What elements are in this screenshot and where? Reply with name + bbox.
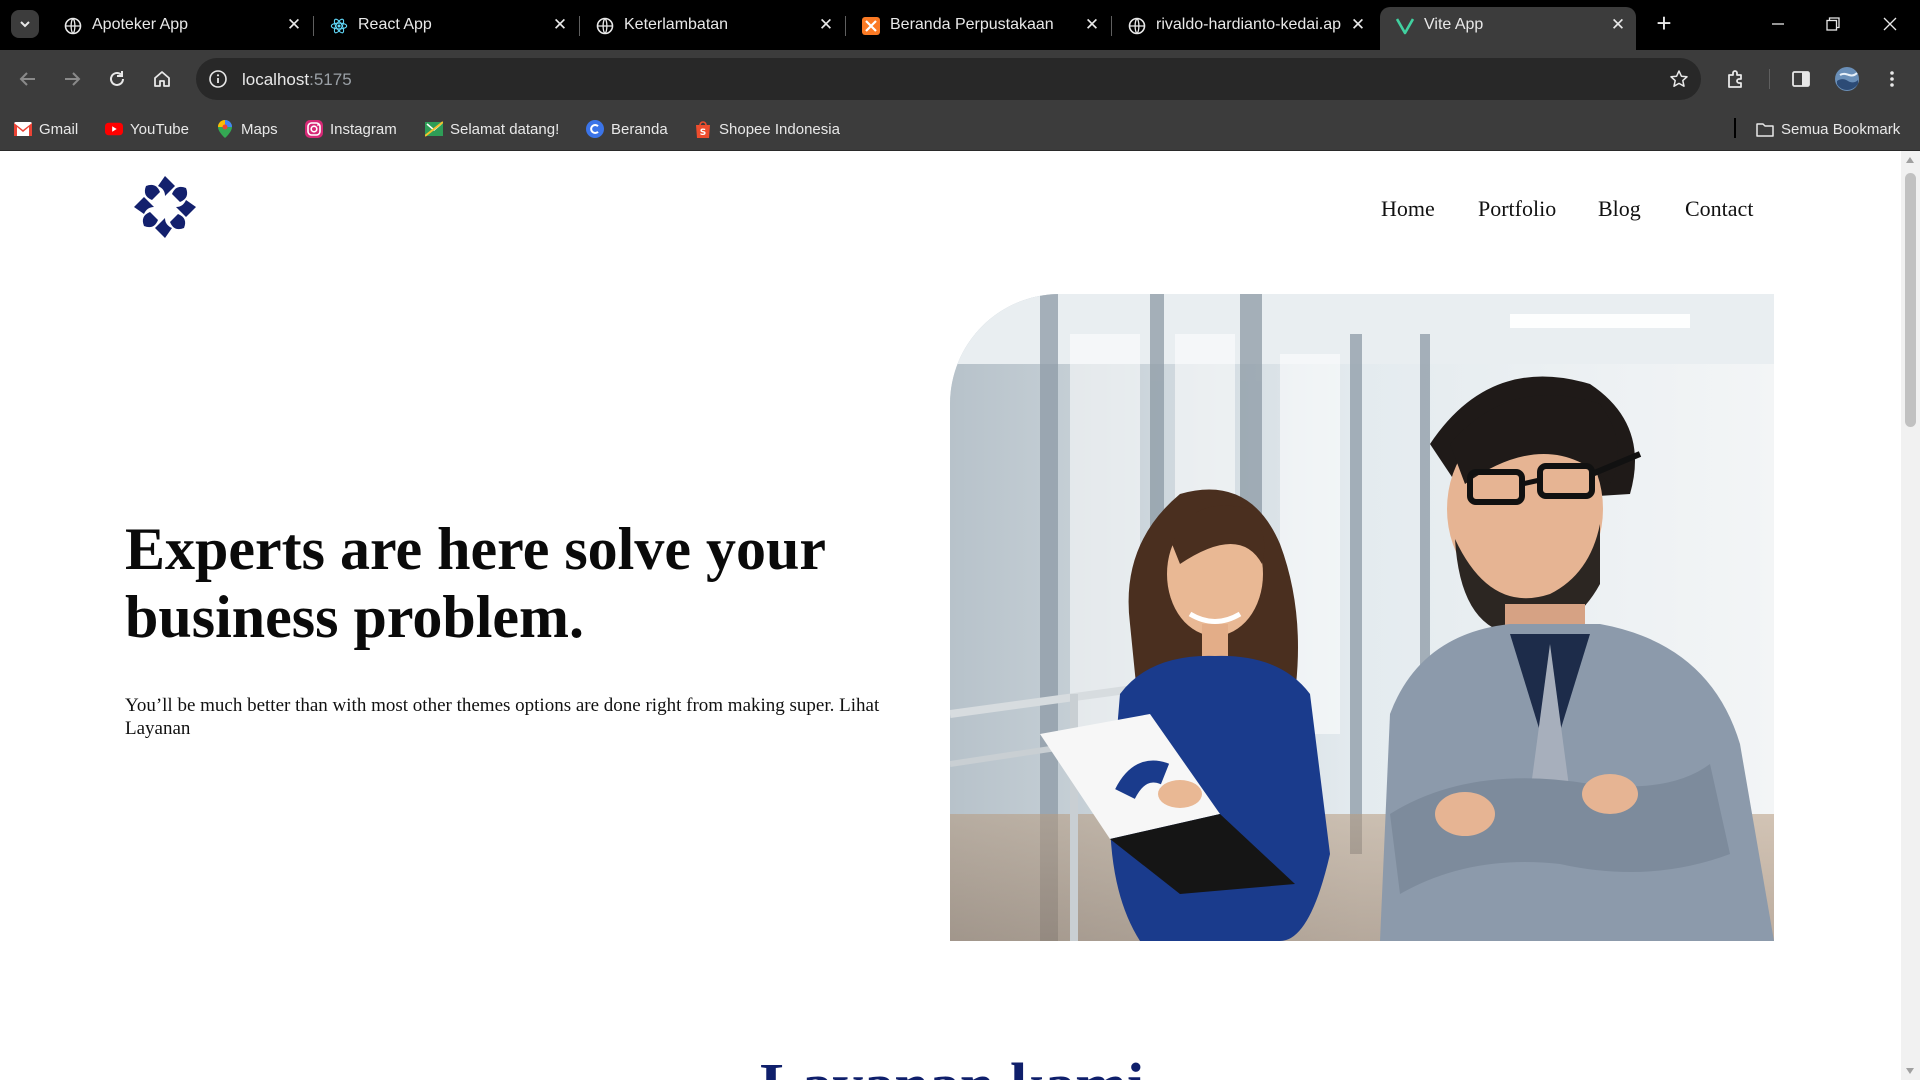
bookmark-label: Maps — [241, 120, 278, 138]
toolbar-separator — [1769, 69, 1770, 89]
window-close-button[interactable] — [1870, 10, 1910, 38]
bookmark-label: Semua Bookmark — [1781, 120, 1901, 138]
reload-icon — [110, 71, 124, 86]
home-button[interactable] — [147, 64, 177, 94]
nav-home[interactable]: Home — [1381, 196, 1435, 222]
close-icon[interactable]: ✕ — [1082, 15, 1102, 35]
url-host: localhost — [242, 70, 310, 89]
tab-beranda-perpustakaan[interactable]: Beranda Perpustakaan ✕ — [846, 7, 1110, 43]
bookmarks-separator — [1734, 118, 1736, 138]
bookmark-beranda[interactable]: Beranda — [586, 118, 668, 140]
kebab-menu-icon — [1890, 71, 1894, 87]
tab-title: Keterlambatan — [624, 16, 729, 33]
browser-toolbar: localhost:5175 — [0, 50, 1920, 108]
scroll-down-arrow-icon[interactable] — [1906, 1068, 1914, 1074]
page-viewport: Home Portfolio Blog Contact Experts are … — [0, 151, 1920, 1080]
kemendikbud-icon — [425, 120, 443, 138]
restore-icon — [1826, 17, 1840, 31]
back-arrow-icon — [19, 72, 35, 86]
all-bookmarks-button[interactable]: Semua Bookmark — [1756, 118, 1900, 140]
tab-search-button[interactable] — [11, 10, 39, 38]
xampp-icon — [862, 17, 880, 35]
tab-rivaldo-kedai[interactable]: rivaldo-hardianto-kedai.ap ✕ — [1112, 7, 1376, 43]
close-icon[interactable]: ✕ — [550, 15, 570, 35]
minimize-icon — [1772, 23, 1784, 25]
bookmark-shopee[interactable]: S Shopee Indonesia — [694, 118, 840, 140]
extensions-button[interactable] — [1721, 64, 1751, 94]
bookmark-youtube[interactable]: YouTube — [105, 118, 189, 140]
close-icon[interactable]: ✕ — [1348, 15, 1368, 35]
minimize-button[interactable] — [1758, 10, 1798, 38]
back-button[interactable] — [13, 64, 43, 94]
tab-title: rivaldo-hardianto-kedai.ap — [1156, 16, 1341, 33]
tab-title: Beranda Perpustakaan — [890, 16, 1054, 33]
globe-icon — [596, 17, 614, 35]
close-icon[interactable]: ✕ — [284, 15, 304, 35]
bookmark-label: Gmail — [39, 120, 79, 138]
restore-button[interactable] — [1813, 10, 1853, 38]
url-port: :5175 — [309, 70, 352, 89]
tab-apoteker[interactable]: Apoteker App ✕ — [48, 7, 312, 43]
side-panel-icon — [1792, 71, 1810, 87]
reload-button[interactable] — [102, 64, 132, 94]
bookmark-gmail[interactable]: Gmail — [14, 118, 78, 140]
bookmark-star-icon[interactable] — [1669, 69, 1689, 89]
close-icon — [1883, 17, 1897, 31]
tab-vite-app[interactable]: Vite App ✕ — [1380, 7, 1636, 50]
site-info-icon[interactable] — [208, 69, 228, 89]
nav-portfolio[interactable]: Portfolio — [1478, 196, 1556, 222]
forward-button[interactable] — [57, 64, 87, 94]
globe-icon — [1128, 17, 1146, 35]
bookmark-label: Selamat datang! — [450, 120, 560, 138]
bookmark-maps[interactable]: Maps — [216, 118, 278, 140]
svg-text:S: S — [700, 128, 706, 138]
address-bar[interactable]: localhost:5175 — [196, 58, 1701, 100]
folder-icon — [1756, 120, 1774, 138]
bookmark-label: Shopee Indonesia — [719, 120, 840, 138]
vite-icon — [1396, 17, 1414, 35]
section-heading: Layanan kami — [760, 1051, 1144, 1080]
tab-title: Vite App — [1424, 16, 1484, 33]
side-panel-button[interactable] — [1786, 64, 1816, 94]
bookmark-label: Beranda — [611, 120, 668, 138]
hero-title: Experts are here solve your business pro… — [125, 516, 825, 650]
globe-icon — [64, 17, 82, 35]
menu-button[interactable] — [1877, 64, 1907, 94]
scroll-up-arrow-icon[interactable] — [1906, 157, 1914, 163]
tab-strip: Apoteker App ✕ React App ✕ Keterlambatan… — [0, 0, 1920, 50]
bookmark-label: Instagram — [330, 120, 397, 138]
gmail-icon — [14, 120, 32, 138]
forward-arrow-icon — [65, 72, 81, 86]
bookmark-instagram[interactable]: Instagram — [305, 118, 397, 140]
nav-contact[interactable]: Contact — [1685, 196, 1753, 222]
shopee-icon: S — [694, 120, 712, 138]
puzzle-icon — [1728, 70, 1742, 88]
maps-icon — [216, 120, 234, 138]
bookmarks-bar: Gmail YouTube Maps Instagram Selamat dat… — [0, 108, 1920, 151]
close-icon[interactable]: ✕ — [1608, 15, 1628, 35]
close-icon[interactable]: ✕ — [816, 15, 836, 35]
profile-button[interactable] — [1832, 64, 1862, 94]
nav-blog[interactable]: Blog — [1598, 196, 1641, 222]
url-text: localhost:5175 — [242, 70, 352, 90]
hero-image — [950, 294, 1774, 941]
site-logo[interactable] — [134, 176, 196, 238]
tab-title: Apoteker App — [92, 16, 189, 33]
tab-react-app[interactable]: React App ✕ — [314, 7, 578, 43]
bookmark-selamat-datang[interactable]: Selamat datang! — [425, 118, 559, 140]
react-icon — [330, 17, 348, 35]
scrollbar-thumb[interactable] — [1905, 173, 1916, 427]
hero-subtitle: You’ll be much better than with most oth… — [125, 695, 880, 739]
tab-keterlambatan[interactable]: Keterlambatan ✕ — [580, 7, 844, 43]
home-icon — [154, 71, 170, 87]
avatar — [1835, 67, 1859, 91]
chevron-down-icon — [20, 21, 30, 28]
canva-icon — [586, 120, 604, 138]
instagram-icon — [305, 120, 323, 138]
youtube-icon — [105, 120, 123, 138]
page-scrollbar[interactable] — [1901, 151, 1920, 1080]
bookmark-label: YouTube — [130, 120, 189, 138]
tab-title: React App — [358, 16, 432, 33]
new-tab-button[interactable]: + — [1650, 10, 1678, 38]
